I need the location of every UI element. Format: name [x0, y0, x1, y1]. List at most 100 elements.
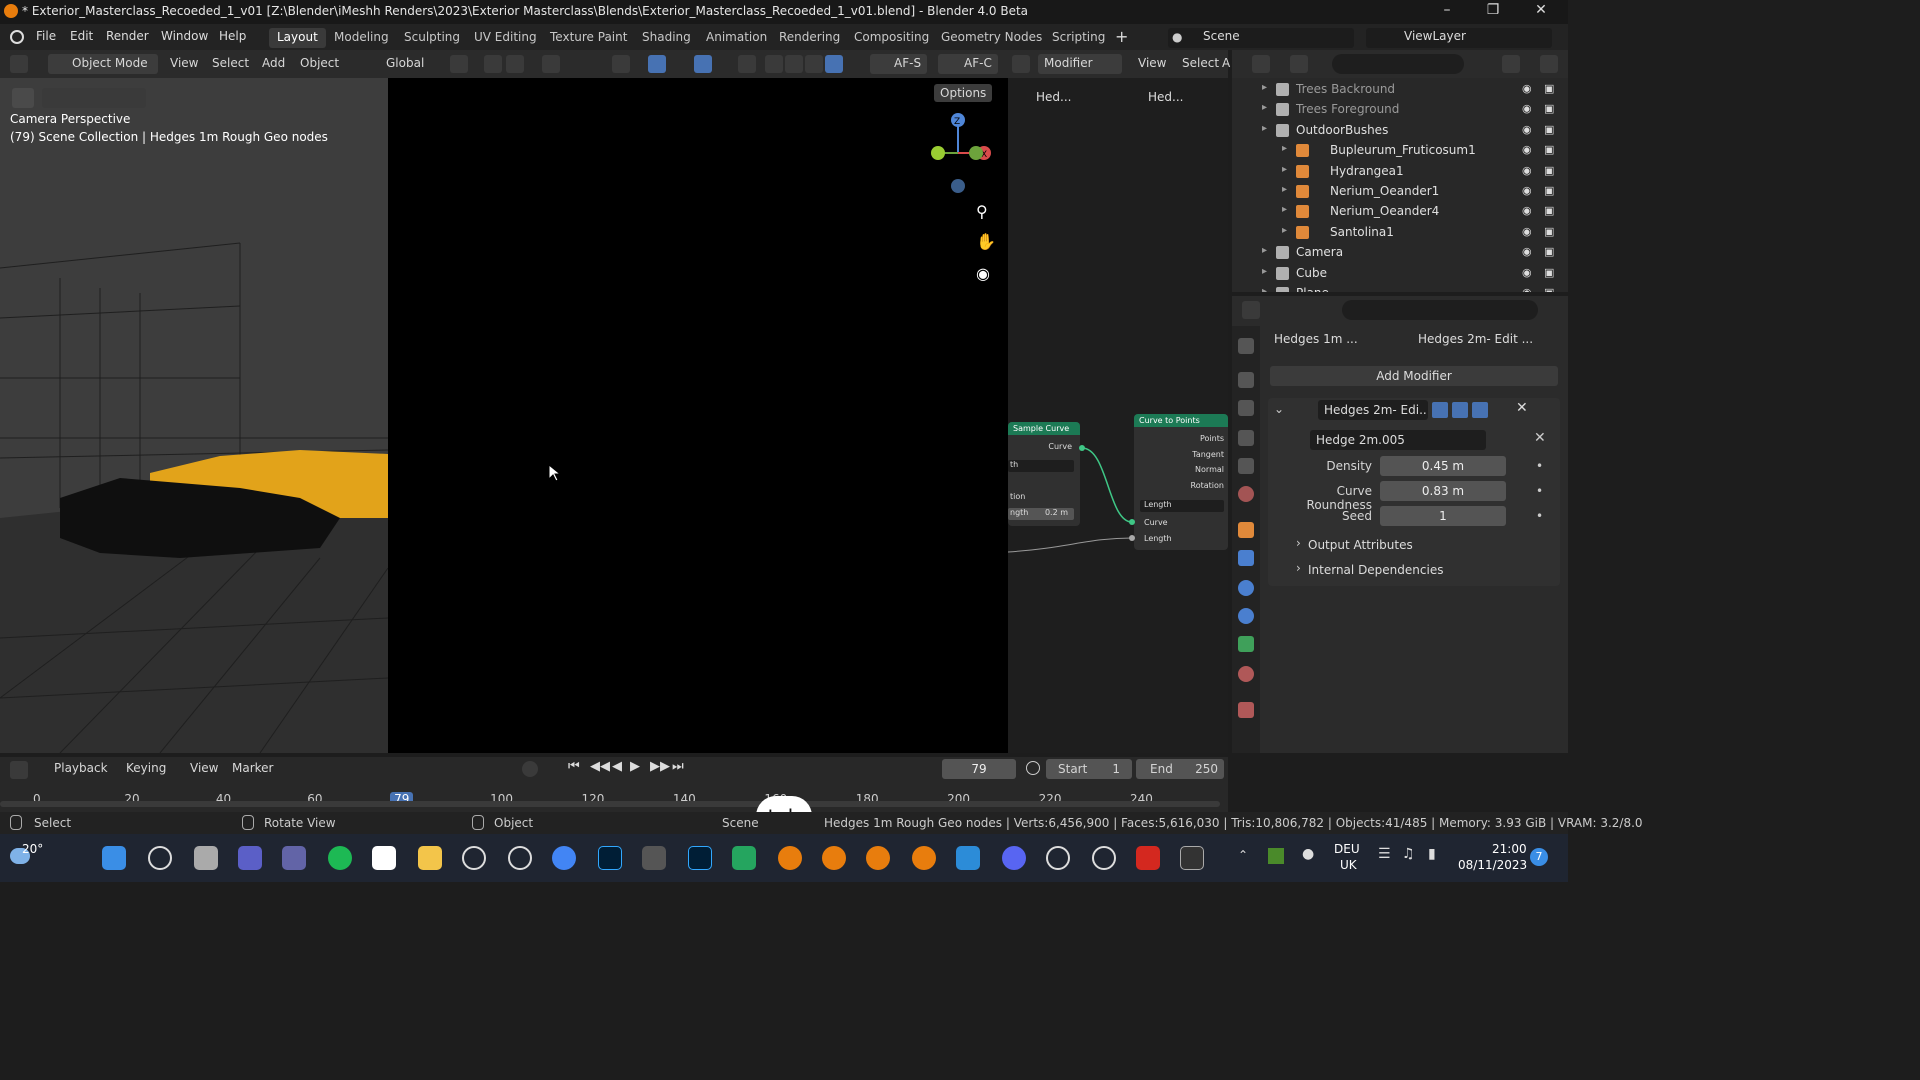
- node-breadcrumb-2[interactable]: Hed...: [1148, 90, 1183, 104]
- physics-tab-icon[interactable]: [1238, 608, 1254, 624]
- node-editor-type-icon[interactable]: [1012, 55, 1030, 73]
- outliner-item[interactable]: ▸ Nerium_Oeander4 ◉ ▣: [1232, 202, 1568, 222]
- visibility-icon[interactable]: [612, 55, 630, 73]
- menu-timeline-view[interactable]: View: [184, 759, 224, 779]
- microphone-icon[interactable]: ●: [1302, 846, 1314, 862]
- node-editor[interactable]: Hed... Hed... Sample Curve Curve th tion…: [1008, 78, 1228, 753]
- menu-edit[interactable]: Edit: [70, 29, 93, 43]
- keyframe-dot-icon[interactable]: •: [1536, 459, 1543, 473]
- visibility-eye-icon[interactable]: ◉: [1522, 204, 1532, 217]
- render-camera-icon[interactable]: ▣: [1544, 286, 1554, 292]
- menu-marker[interactable]: Marker: [226, 759, 279, 779]
- menu-keying[interactable]: Keying: [120, 759, 172, 779]
- select-tool-icon[interactable]: [12, 88, 34, 108]
- render-camera-icon[interactable]: ▣: [1544, 225, 1554, 238]
- tray-chevron-icon[interactable]: ⌃: [1238, 848, 1248, 862]
- jump-end-icon[interactable]: ⏭: [672, 759, 684, 774]
- internal-deps-chevron-icon[interactable]: ›: [1296, 561, 1301, 575]
- navigation-gizmo[interactable]: Z X: [916, 108, 996, 198]
- visibility-eye-icon[interactable]: ◉: [1522, 184, 1532, 197]
- file-explorer-icon[interactable]: [418, 846, 442, 870]
- end-frame-field[interactable]: End 250: [1136, 759, 1224, 779]
- teams-icon[interactable]: [238, 846, 262, 870]
- photoshop-2-icon[interactable]: [688, 846, 712, 870]
- outliner-type-icon[interactable]: [1252, 55, 1270, 73]
- timeline[interactable]: Playback Keying View Marker ⏮ ◀◀ ◀ ▶ ▶▶ …: [0, 757, 1228, 812]
- rendered-shading-icon[interactable]: [825, 55, 843, 73]
- internal-dependencies-panel[interactable]: Internal Dependencies: [1308, 563, 1443, 577]
- object-mode-dropdown[interactable]: Object Mode: [48, 54, 158, 74]
- menu-view[interactable]: View: [164, 54, 204, 74]
- properties-search-input[interactable]: [1342, 300, 1538, 320]
- outliner-item[interactable]: ▸ Hydrangea1 ◉ ▣: [1232, 162, 1568, 182]
- node-group-field[interactable]: Hedge 2m.005: [1310, 430, 1486, 450]
- tab-sculpting[interactable]: Sculpting: [396, 28, 468, 48]
- play-icon[interactable]: ▶: [630, 759, 640, 774]
- lang-secondary[interactable]: UK: [1340, 858, 1357, 872]
- scene-selector[interactable]: [1168, 28, 1354, 48]
- output-tab-icon[interactable]: [1238, 400, 1254, 416]
- start-frame-field[interactable]: Start 1: [1046, 759, 1132, 779]
- af-s-button[interactable]: AF-S: [870, 54, 928, 74]
- scene-tab-icon[interactable]: [1238, 458, 1254, 474]
- timeline-editor-icon[interactable]: [10, 761, 28, 779]
- proportional-edit-icon[interactable]: [542, 55, 560, 73]
- render-camera-icon[interactable]: ▣: [1544, 204, 1554, 217]
- outliner-item[interactable]: ▸ OutdoorBushes ◉ ▣: [1232, 121, 1568, 141]
- render-tab-icon[interactable]: [1238, 372, 1254, 388]
- next-key-icon[interactable]: ▶▶: [650, 759, 670, 774]
- wifi-icon[interactable]: ☰: [1378, 846, 1391, 862]
- blender-icon-3[interactable]: [866, 846, 890, 870]
- render-camera-icon[interactable]: ▣: [1544, 82, 1554, 95]
- blender-icon-1[interactable]: [778, 846, 802, 870]
- tab-rendering[interactable]: Rendering: [771, 28, 848, 48]
- af-c-button[interactable]: AF-C: [938, 54, 998, 74]
- task-view-icon[interactable]: [194, 846, 218, 870]
- particles-tab-icon[interactable]: [1238, 580, 1254, 596]
- param-value-field[interactable]: 0.83 m: [1380, 481, 1506, 501]
- display-mode-icon[interactable]: [1290, 55, 1308, 73]
- world-tab-icon[interactable]: [1238, 486, 1254, 502]
- photoshop-icon[interactable]: [598, 846, 622, 870]
- tab-shading[interactable]: Shading: [634, 28, 699, 48]
- add-modifier-button[interactable]: Add Modifier: [1270, 366, 1558, 386]
- terminal-icon[interactable]: [1180, 846, 1204, 870]
- menu-window[interactable]: Window: [161, 29, 208, 43]
- add-workspace-icon[interactable]: +: [1115, 27, 1128, 46]
- expand-arrow-icon[interactable]: ▸: [1262, 123, 1267, 134]
- start-button-icon[interactable]: [102, 846, 126, 870]
- visibility-eye-icon[interactable]: ◉: [1522, 123, 1532, 136]
- menu-help[interactable]: Help: [219, 29, 246, 43]
- pivot-icon[interactable]: [450, 55, 468, 73]
- expand-arrow-icon[interactable]: ▸: [1282, 184, 1287, 195]
- menu-object[interactable]: Object: [294, 54, 345, 74]
- clock-date[interactable]: 08/11/2023: [1458, 858, 1527, 872]
- edit-mode-toggle-icon[interactable]: [1432, 402, 1448, 418]
- visibility-eye-icon[interactable]: ◉: [1522, 286, 1532, 292]
- ctp-mode-dropdown[interactable]: Length: [1140, 500, 1224, 512]
- blender-icon-active[interactable]: [912, 846, 936, 870]
- material-shading-icon[interactable]: [805, 55, 823, 73]
- play-reverse-icon[interactable]: ◀: [612, 759, 622, 774]
- param-value-field[interactable]: 1: [1380, 506, 1506, 526]
- expand-arrow-icon[interactable]: ▸: [1282, 225, 1287, 236]
- zoom-icon[interactable]: ⚲: [976, 202, 988, 221]
- visibility-eye-icon[interactable]: ◉: [1522, 245, 1532, 258]
- viewport-toggle-icon[interactable]: [1452, 402, 1468, 418]
- render-camera-icon[interactable]: ▣: [1544, 143, 1554, 156]
- expand-arrow-icon[interactable]: ▸: [1262, 286, 1267, 292]
- notification-badge[interactable]: 7: [1530, 848, 1548, 866]
- keyframe-dot-icon[interactable]: •: [1536, 484, 1543, 498]
- xray-icon[interactable]: [738, 55, 756, 73]
- menu-file[interactable]: File: [36, 29, 56, 43]
- select-mode-icons[interactable]: [42, 88, 146, 108]
- node-breadcrumb-1[interactable]: Hed...: [1036, 90, 1071, 104]
- properties-type-icon[interactable]: [1242, 301, 1260, 319]
- expand-arrow-icon[interactable]: ▸: [1262, 102, 1267, 113]
- tab-modeling[interactable]: Modeling: [326, 28, 397, 48]
- keyframe-dot-icon[interactable]: •: [1536, 509, 1543, 523]
- collapse-chevron-icon[interactable]: ⌄: [1274, 402, 1284, 416]
- tab-scripting[interactable]: Scripting: [1044, 28, 1113, 48]
- outliner-item[interactable]: ▸ Cube ◉ ▣: [1232, 264, 1568, 284]
- visibility-eye-icon[interactable]: ◉: [1522, 164, 1532, 177]
